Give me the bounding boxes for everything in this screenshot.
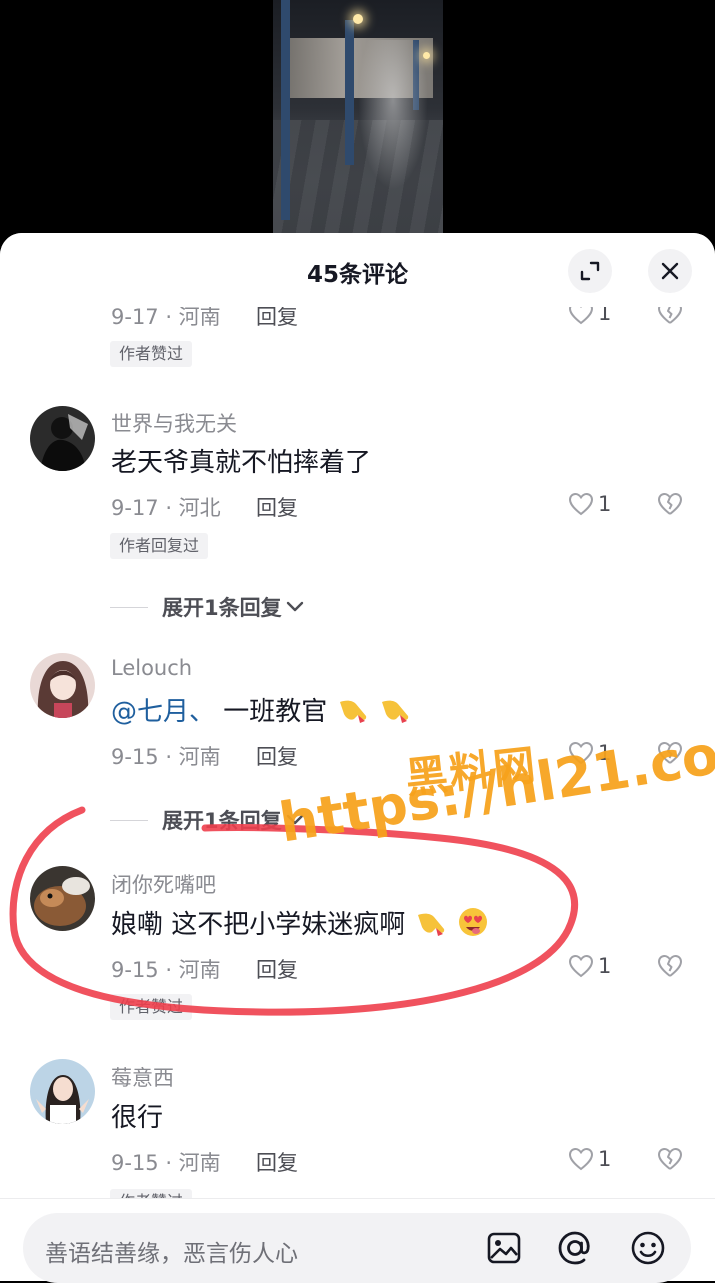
video-pole — [345, 20, 354, 165]
comment-text: 很行 — [111, 1103, 164, 1133]
username[interactable]: 闭你死嘴吧 — [111, 869, 216, 899]
author-badge: 作者赞过 — [110, 341, 193, 367]
author-badge: 作者赞过 — [110, 994, 193, 1020]
like-button[interactable]: 1 — [568, 954, 611, 978]
mention-link[interactable]: @七月、 — [111, 697, 215, 727]
username[interactable]: Lelouch — [111, 656, 192, 680]
comment-input-bar: 善语结善缘，恶言伤人心 — [0, 1198, 715, 1283]
like-button[interactable]: 1 — [568, 492, 611, 516]
expand-replies-button[interactable]: 展开1条回复 — [110, 805, 305, 835]
expand-icon — [580, 261, 600, 281]
point-left-emoji-icon — [336, 694, 370, 731]
point-left-emoji-icon — [378, 694, 412, 731]
expand-replies-label: 展开1条回复 — [162, 809, 282, 833]
like-count: 1 — [598, 954, 612, 978]
reply-button[interactable]: 回复 — [256, 741, 298, 771]
expand-replies-button[interactable]: 展开1条回复 — [110, 592, 305, 622]
reply-button[interactable]: 回复 — [256, 492, 298, 522]
comment-list[interactable]: 9-17 · 河南 回复 1 作者赞过 世界与我无关 老天爷真就不怕摔着了 9-… — [0, 233, 715, 1215]
expand-button[interactable] — [568, 249, 612, 293]
comment-text: 老天爷真就不怕摔着了 — [111, 448, 372, 478]
like-button[interactable]: 1 — [568, 1147, 611, 1171]
like-count: 1 — [598, 1147, 612, 1171]
chevron-down-icon — [286, 601, 303, 612]
divider — [110, 606, 148, 608]
video-figure — [358, 40, 428, 190]
username[interactable]: 莓意西 — [111, 1062, 174, 1092]
comment-meta: 9-15 · 河南 — [111, 1151, 221, 1175]
sheet-header: 45条评论 — [0, 233, 715, 307]
close-icon — [661, 262, 679, 280]
avatar[interactable] — [30, 1059, 95, 1124]
image-button[interactable] — [486, 1230, 522, 1270]
like-count: 1 — [598, 492, 612, 516]
dislike-button[interactable] — [656, 1147, 684, 1175]
author-badge: 作者回复过 — [110, 533, 209, 559]
heart-icon — [568, 954, 594, 978]
divider — [110, 819, 148, 821]
avatar[interactable] — [30, 653, 95, 718]
emoji-button[interactable] — [630, 1230, 666, 1270]
video-pole — [281, 0, 290, 220]
comment-text-body: 娘嘞 这不把小学妹迷疯啊 — [111, 910, 406, 940]
dislike-button[interactable] — [656, 954, 684, 982]
heart-icon — [568, 1147, 594, 1171]
comment-text: 娘嘞 这不把小学妹迷疯啊 — [111, 904, 490, 945]
comment-text: @七月、 一班教官 — [111, 691, 412, 731]
close-button[interactable] — [648, 249, 692, 293]
video-frame[interactable] — [273, 0, 443, 240]
expand-replies-label: 展开1条回复 — [162, 596, 282, 620]
reply-button[interactable]: 回复 — [256, 954, 298, 984]
video-area[interactable] — [0, 0, 715, 260]
heart-eyes-emoji-icon — [456, 906, 490, 945]
comment-meta: 9-15 · 河南 — [111, 958, 221, 982]
avatar[interactable] — [30, 406, 95, 471]
avatar[interactable] — [30, 866, 95, 931]
comment-input[interactable]: 善语结善缘，恶言伤人心 — [23, 1213, 691, 1283]
comment-meta: 9-15 · 河南 — [111, 745, 221, 769]
broken-heart-icon — [658, 1148, 682, 1170]
comment-text-body: 一班教官 — [215, 697, 328, 727]
comment-meta: 9-17 · 河北 — [111, 496, 221, 520]
dislike-button[interactable] — [656, 492, 684, 520]
at-icon — [558, 1231, 590, 1265]
mention-button[interactable] — [556, 1230, 594, 1270]
comment-input-placeholder: 善语结善缘，恶言伤人心 — [45, 1241, 298, 1267]
broken-heart-icon — [658, 493, 682, 515]
video-lamp — [353, 14, 363, 24]
heart-icon — [568, 492, 594, 516]
image-icon — [487, 1232, 521, 1264]
username[interactable]: 世界与我无关 — [111, 408, 237, 438]
emoji-icon — [631, 1231, 665, 1265]
reply-button[interactable]: 回复 — [256, 1147, 298, 1177]
broken-heart-icon — [658, 955, 682, 977]
point-left-emoji-icon — [414, 907, 448, 944]
